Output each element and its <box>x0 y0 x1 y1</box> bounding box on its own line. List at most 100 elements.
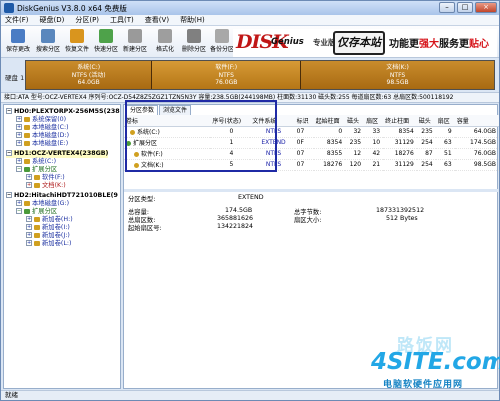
expand-toggle-icon[interactable]: + <box>26 232 32 238</box>
menu-view[interactable]: 查看(V) <box>145 15 169 25</box>
table-row[interactable]: 系统(C:) 0 NTFS 07 0 32 33 8354 235 9 64.0GB <box>124 126 499 138</box>
expand-toggle-icon[interactable]: + <box>26 174 32 180</box>
toolbar-button-0[interactable]: 保存更改 <box>5 28 31 56</box>
tree-node[interactable]: + 新加卷(I:) <box>26 224 70 232</box>
column-header[interactable]: 扇区 <box>435 115 455 127</box>
toolbar-button-7[interactable]: 备份分区 <box>209 28 235 56</box>
expand-toggle-icon[interactable]: + <box>26 182 32 188</box>
column-header[interactable]: 扇区 <box>364 115 384 127</box>
table-cell: 07 <box>294 148 314 160</box>
expand-toggle-icon[interactable]: + <box>16 158 22 164</box>
column-header[interactable]: 容量 <box>454 115 499 127</box>
table-cell: 0 <box>210 126 251 138</box>
expand-toggle-icon[interactable]: − <box>6 192 12 198</box>
partition-icon <box>24 208 30 214</box>
column-header[interactable]: 磁头 <box>416 115 436 127</box>
table-cell: 18276 <box>313 159 346 171</box>
tree-node[interactable]: + 新加卷(H:) <box>26 216 73 224</box>
partition-map: 系统(C:) NTFS (活动) 64.0GB 软件(F:) NTFS 76.0GB 文… <box>25 60 495 90</box>
tree-node[interactable]: + 系统保留(0) <box>16 116 66 124</box>
expand-toggle-icon[interactable]: − <box>6 108 12 114</box>
column-header[interactable]: 标识 <box>294 115 314 127</box>
table-row[interactable]: 文档(K:) 5 NTFS 07 18276 120 21 31129 254 63 98.5GB <box>124 159 499 171</box>
detail-value: 512 Bytes <box>386 215 418 222</box>
expand-toggle-icon[interactable]: + <box>26 240 32 246</box>
tree-node[interactable]: + 文档(K:) <box>26 182 66 190</box>
tree-node[interactable]: + 新加卷(L:) <box>26 240 71 248</box>
ad-banner[interactable]: DISK Genius 专业版 仅存本站 功能更强大服务更贴心 <box>233 29 497 57</box>
tree-node[interactable]: + 本地磁盘(C:) <box>16 124 69 132</box>
partition-icon <box>24 140 30 146</box>
tree-node-label: 软件(F:) <box>42 174 65 181</box>
menu-help[interactable]: 帮助(H) <box>180 15 205 25</box>
table-cell: 32 <box>345 126 365 138</box>
menu-disk[interactable]: 硬盘(D) <box>40 15 65 25</box>
table-row[interactable]: 扩展分区 1 EXTEND 0F 8354 235 10 31129 254 63 174.5GB <box>124 137 499 149</box>
expand-toggle-icon[interactable]: + <box>16 132 22 138</box>
partition-block-k[interactable]: 文档(K:) NTFS 98.5GB <box>301 61 494 89</box>
expand-toggle-icon[interactable]: + <box>16 140 22 146</box>
app-window: DiskGenius V3.8.0 x64 免费版 – □ × 文件(F) 硬盘… <box>0 0 500 401</box>
table-cell: 33 <box>364 126 384 138</box>
table-cell: 8355 <box>313 148 346 160</box>
tree-node[interactable]: − HD0:PLEXTORPX-256M5S(238GB) <box>6 108 120 116</box>
column-header[interactable]: 起始柱面 <box>313 115 346 127</box>
menu-tools[interactable]: 工具(T) <box>110 15 134 25</box>
tree-node[interactable]: + 系统(C:) <box>16 158 56 166</box>
tree-node[interactable]: − HD2:HitachiHDT721010BLE(9 <box>6 192 118 200</box>
tree-node[interactable]: + 本地磁盘(G:) <box>16 200 69 208</box>
toolbar-button-4[interactable]: 新建分区 <box>122 28 148 56</box>
table-cell: 0 <box>313 126 346 138</box>
column-header[interactable]: 文件系统 <box>250 115 295 127</box>
table-cell: 63 <box>435 137 455 149</box>
disk-tree[interactable]: − HD0:PLEXTORPX-256M5S(238GB) + 系统保留(0) + 本地磁… <box>3 104 121 389</box>
format-icon <box>158 29 172 43</box>
table-cell: 87 <box>416 148 436 160</box>
expand-toggle-icon[interactable]: − <box>6 150 12 156</box>
menu-file[interactable]: 文件(F) <box>5 15 29 25</box>
expand-toggle-icon[interactable]: − <box>16 208 22 214</box>
partition-block-f[interactable]: 软件(F:) NTFS 76.0GB <box>152 61 302 89</box>
tree-node[interactable]: + 新加卷(J:) <box>26 232 70 240</box>
tree-node[interactable]: + 本地磁盘(E:) <box>16 140 68 148</box>
menu-partition[interactable]: 分区(P) <box>75 15 99 25</box>
ad-slogan: 仅存本站 <box>333 31 385 55</box>
expand-toggle-icon[interactable]: + <box>16 200 22 206</box>
tree-node-label: 新加卷(J:) <box>42 232 70 239</box>
tree-node[interactable]: − HD1:OCZ-VERTEX4(238GB) <box>6 150 109 158</box>
volume-cell: 系统(C:) <box>124 126 211 138</box>
tab-browse-files[interactable]: 浏览文件 <box>159 105 192 115</box>
tree-node-label: 新加卷(L:) <box>42 240 72 247</box>
menu-bar: 文件(F) 硬盘(D) 分区(P) 工具(T) 查看(V) 帮助(H) <box>1 15 499 26</box>
column-header[interactable]: 卷标 <box>124 115 211 127</box>
expand-toggle-icon[interactable]: + <box>26 216 32 222</box>
title-bar[interactable]: DiskGenius V3.8.0 x64 免费版 – □ × <box>1 1 499 15</box>
expand-toggle-icon[interactable]: + <box>26 224 32 230</box>
table-cell: 21 <box>364 159 384 171</box>
partition-icon <box>24 132 30 138</box>
disk-label: 硬盘 1 <box>5 74 25 82</box>
tab-partition-params[interactable]: 分区参数 <box>126 105 159 115</box>
tree-node[interactable]: + 软件(F:) <box>26 174 65 182</box>
volume-cell: 软件(F:) <box>124 148 211 160</box>
new-partition-icon <box>128 29 142 43</box>
column-header[interactable]: 磁头 <box>345 115 365 127</box>
expand-toggle-icon[interactable]: − <box>16 166 22 172</box>
tree-node[interactable]: + 本地磁盘(D:) <box>16 132 69 140</box>
tree-node-label: 新加卷(H:) <box>42 216 73 223</box>
close-button[interactable]: × <box>475 2 497 13</box>
minimize-button[interactable]: – <box>439 2 455 13</box>
tree-node[interactable]: − 扩展分区 <box>16 208 57 216</box>
expand-toggle-icon[interactable]: + <box>16 124 22 130</box>
tree-node-label: 系统保留(0) <box>32 116 67 123</box>
table-row[interactable]: 软件(F:) 4 NTFS 07 8355 12 42 18276 87 51 76.0GB <box>124 148 499 160</box>
detail-value: 187331392512 <box>376 207 425 214</box>
expand-toggle-icon[interactable]: + <box>16 116 22 122</box>
tree-node-label: 本地磁盘(E:) <box>32 140 69 147</box>
partition-block-c[interactable]: 系统(C:) NTFS (活动) 64.0GB <box>26 61 153 89</box>
quick-partition-icon <box>99 29 113 43</box>
tree-node[interactable]: − 扩展分区 <box>16 166 57 174</box>
column-header[interactable]: 序号(状态) <box>210 115 251 127</box>
maximize-button[interactable]: □ <box>457 2 473 13</box>
column-header[interactable]: 终止柱面 <box>383 115 417 127</box>
